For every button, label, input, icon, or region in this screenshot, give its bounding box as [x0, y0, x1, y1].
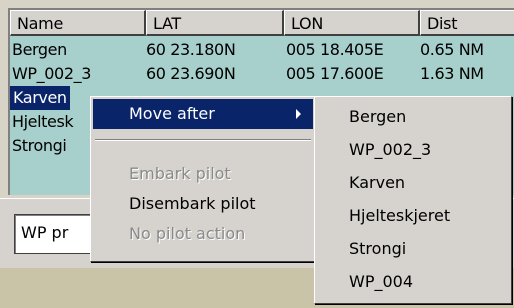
- menu-item-label: Move after: [129, 104, 215, 123]
- cell-lon: 005 18.405E: [286, 40, 384, 59]
- column-header-lon[interactable]: LON: [284, 10, 420, 36]
- column-header-name[interactable]: Name: [10, 10, 146, 36]
- table-row[interactable]: WP_002_3 60 23.690N 005 17.600E 1.63 NM: [10, 62, 514, 86]
- cell-name: Strongi: [12, 136, 67, 155]
- list-header: Name LAT LON Dist: [10, 10, 514, 38]
- cell-lat: 60 23.690N: [146, 64, 236, 83]
- column-header-dist[interactable]: Dist: [420, 10, 514, 36]
- cell-dist: 0.65 NM: [420, 40, 484, 59]
- move-after-submenu: Bergen WP_002_3 Karven Hjelteskjeret Str…: [314, 96, 512, 304]
- cell-lat: 60 23.180N: [146, 40, 236, 59]
- submenu-item[interactable]: Karven: [317, 167, 509, 199]
- menu-separator: [95, 139, 311, 141]
- submenu-item[interactable]: WP_002_3: [317, 134, 509, 166]
- column-header-lat[interactable]: LAT: [146, 10, 284, 36]
- submenu-arrow-icon: [296, 109, 301, 119]
- app-window: Name LAT LON Dist Bergen 60 23.180N 005 …: [0, 0, 514, 308]
- cell-name: Hjeltesk: [12, 112, 74, 131]
- submenu-item[interactable]: Hjelteskjeret: [317, 200, 509, 232]
- submenu-item[interactable]: Strongi: [317, 233, 509, 265]
- table-row[interactable]: Bergen 60 23.180N 005 18.405E 0.65 NM: [10, 38, 514, 62]
- cell-name: Karven: [10, 86, 70, 110]
- submenu-item[interactable]: Bergen: [317, 101, 509, 133]
- submenu-item[interactable]: WP_004: [317, 266, 509, 298]
- cell-name: Bergen: [12, 40, 67, 59]
- cell-lon: 005 17.600E: [286, 64, 384, 83]
- menu-item-move-after[interactable]: Move after: [93, 99, 313, 129]
- menu-item-disembark-pilot[interactable]: Disembark pilot: [93, 189, 313, 219]
- menu-item-embark-pilot: Embark pilot: [129, 164, 231, 183]
- context-menu: Move after Embark pilot Disembark pilot …: [90, 96, 316, 262]
- menu-item-no-pilot-action: No pilot action: [129, 224, 246, 243]
- cell-dist: 1.63 NM: [420, 64, 484, 83]
- cell-name: WP_002_3: [12, 64, 91, 83]
